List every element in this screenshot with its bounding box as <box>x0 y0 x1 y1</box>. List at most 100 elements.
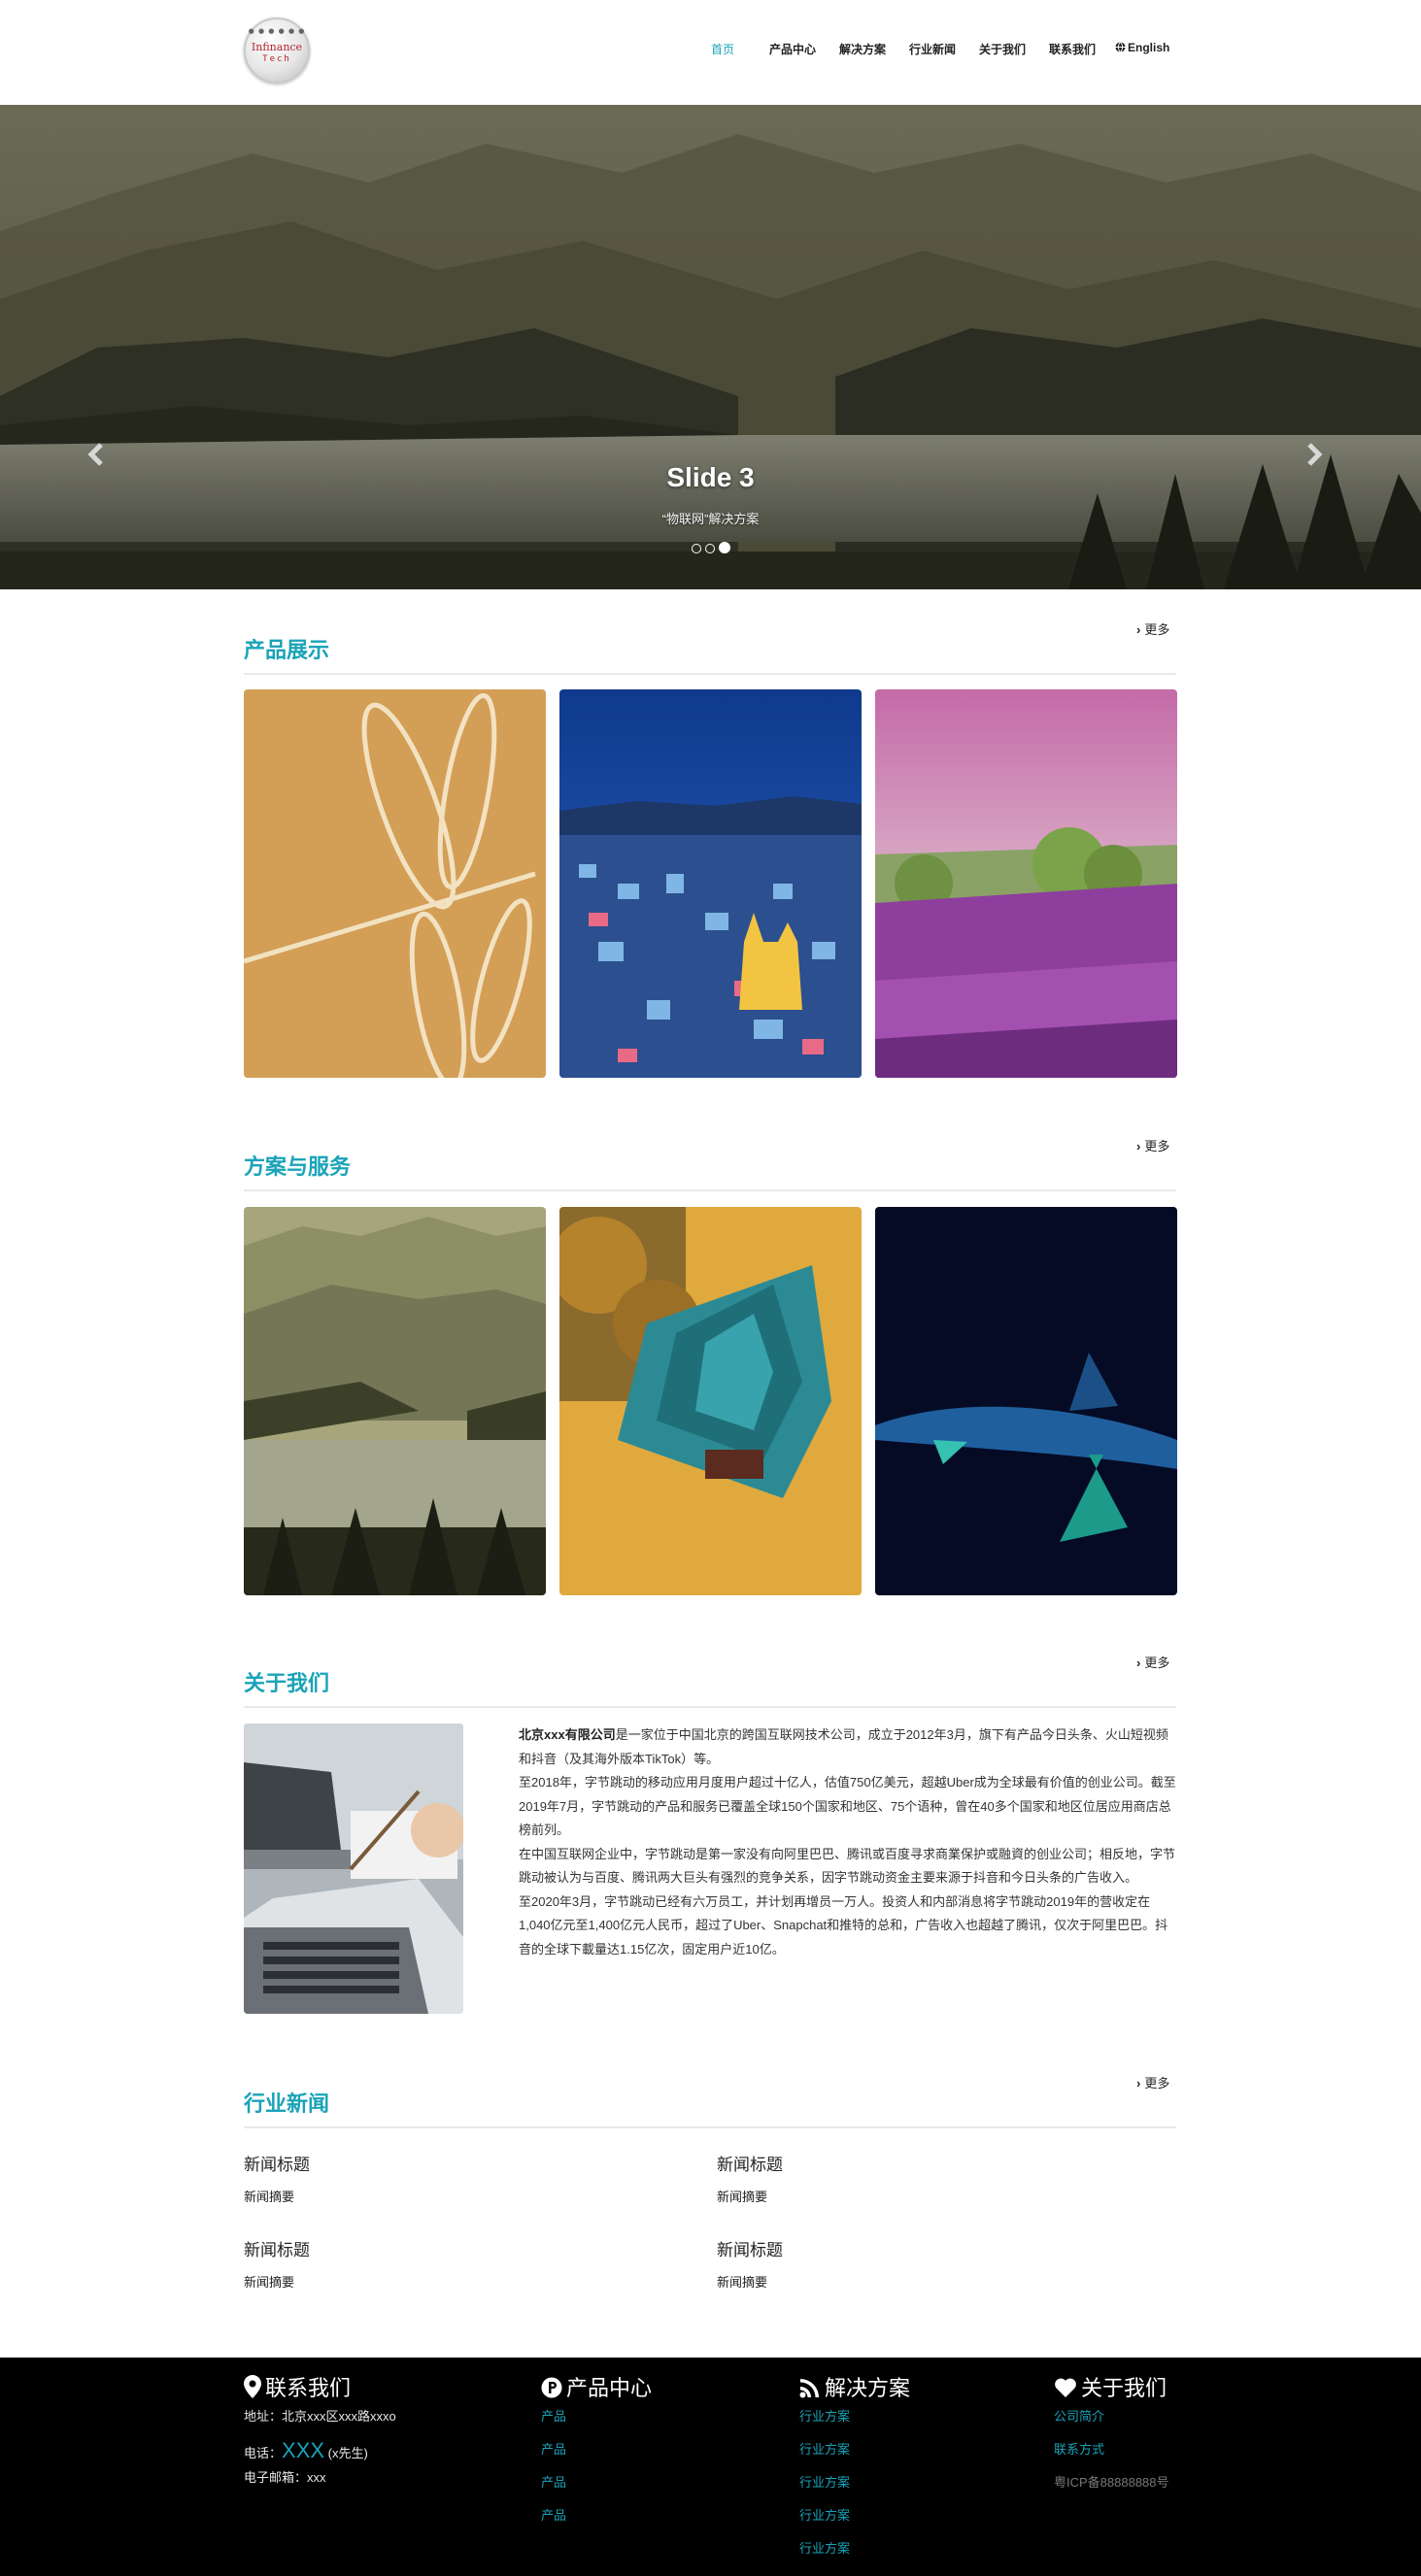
footer-email: 电子邮箱：xxx <box>244 2470 326 2485</box>
divider <box>244 1189 1176 1191</box>
solution-card-temple-roof[interactable] <box>559 1207 862 1595</box>
company-name: 北京xxx有限公司 <box>519 1727 616 1742</box>
divider <box>244 673 1176 675</box>
news-title[interactable]: 新闻标题 <box>244 2236 671 2260</box>
products-more-link[interactable]: › 更多 <box>1136 619 1169 638</box>
about-more-link[interactable]: › 更多 <box>1136 1653 1169 1671</box>
solution-card-misty-lake[interactable] <box>244 1207 546 1595</box>
about-description: 北京xxx有限公司是一家位于中国北京的跨国互联网技术公司，成立于2012年3月，… <box>519 1723 1176 1961</box>
footer-products-column: 产品中心 产品 产品 产品 产品 <box>541 2371 652 2538</box>
footer-contact-heading: 联系我们 <box>244 2371 396 2400</box>
footer-company-intro-link[interactable]: 公司简介 <box>1054 2406 1169 2439</box>
footer-solution-link[interactable]: 行业方案 <box>799 2472 910 2505</box>
solution-card-shark[interactable] <box>875 1207 1177 1595</box>
footer-product-link[interactable]: 产品 <box>541 2472 652 2505</box>
divider <box>244 1706 1176 1708</box>
chevron-right-icon: › <box>1136 2076 1141 2091</box>
carousel-dot[interactable] <box>704 544 715 553</box>
site-header: ● ● ● ● ● ● Infinance Tech 首页 产品中心 解决方案 … <box>0 0 1421 105</box>
more-label: 更多 <box>1144 2076 1170 2091</box>
more-label: 更多 <box>1144 1139 1170 1154</box>
map-marker-icon <box>244 2375 261 2398</box>
footer-solution-link[interactable]: 行业方案 <box>799 2538 910 2571</box>
footer-about-title: 关于我们 <box>1081 2376 1167 2400</box>
carousel-dot-active[interactable] <box>718 542 730 553</box>
nav-solutions[interactable]: 解决方案 <box>839 41 886 57</box>
chevron-right-icon: › <box>1136 1139 1141 1154</box>
footer-address: 地址：北京xxx区xxx路xxxo <box>244 2409 396 2424</box>
carousel-slide-caption: “物联网”解决方案 <box>661 512 760 526</box>
carousel-indicators <box>0 541 1421 558</box>
nav-news[interactable]: 行业新闻 <box>909 41 956 57</box>
footer-solution-link[interactable]: 行业方案 <box>799 2505 910 2538</box>
news-item[interactable]: 新闻标题 新闻摘要 <box>244 2236 671 2291</box>
site-footer <box>0 2358 1421 2576</box>
signal-feed-icon <box>799 2379 819 2398</box>
footer-phone-row: 电话：XXX (x先生) <box>244 2438 396 2463</box>
news-title[interactable]: 新闻标题 <box>717 2151 1144 2175</box>
footer-solution-link[interactable]: 行业方案 <box>799 2406 910 2439</box>
about-paragraph-4: 至2020年3月，字节跳动已经有六万员工，并计划再增员一万人。投资人和内部消息将… <box>519 1893 1168 1957</box>
news-summary: 新闻摘要 <box>717 2275 768 2290</box>
carousel-dot[interactable] <box>691 544 701 553</box>
company-logo[interactable]: ● ● ● ● ● ● Infinance Tech <box>244 17 310 84</box>
logo-text-line1: Infinance <box>251 41 303 53</box>
about-paragraph-1-text: 是一家位于中国北京的跨国互联网技术公司，成立于2012年3月，旗下有产品今日头条… <box>519 1727 1168 1766</box>
nav-products[interactable]: 产品中心 <box>769 41 816 57</box>
footer-about-heading: 关于我们 <box>1054 2371 1169 2400</box>
product-card-heather-field[interactable] <box>875 689 1177 1078</box>
solutions-more-link[interactable]: › 更多 <box>1136 1136 1169 1154</box>
footer-products-heading: 产品中心 <box>541 2371 652 2400</box>
news-title[interactable]: 新闻标题 <box>244 2151 671 2175</box>
footer-solutions-column: 解决方案 行业方案 行业方案 行业方案 行业方案 行业方案 <box>799 2371 910 2571</box>
footer-solution-link[interactable]: 行业方案 <box>799 2439 910 2472</box>
solutions-section-title: 方案与服务 <box>244 1154 352 1179</box>
footer-solutions-title: 解决方案 <box>825 2376 911 2400</box>
news-summary: 新闻摘要 <box>244 2275 295 2290</box>
chevron-right-icon: › <box>1136 1656 1141 1670</box>
phone-person: (x先生) <box>327 2446 368 2460</box>
footer-contact-link[interactable]: 联系方式 <box>1054 2439 1169 2472</box>
news-item[interactable]: 新闻标题 新闻摘要 <box>717 2236 1144 2291</box>
news-item[interactable]: 新闻标题 新闻摘要 <box>717 2151 1144 2205</box>
phone-number[interactable]: XXX <box>282 2438 324 2462</box>
phone-label: 电话： <box>244 2446 283 2460</box>
more-label: 更多 <box>1144 1656 1170 1670</box>
news-more-link[interactable]: › 更多 <box>1136 2073 1169 2091</box>
news-section-title: 行业新闻 <box>244 2091 330 2116</box>
footer-icp-number: 粤ICP备88888888号 <box>1054 2475 1169 2490</box>
carousel-slide-title: Slide 3 <box>666 462 755 492</box>
news-item[interactable]: 新闻标题 新闻摘要 <box>244 2151 671 2205</box>
nav-english-label: English <box>1128 41 1170 54</box>
news-summary: 新闻摘要 <box>717 2190 768 2204</box>
logo-dots: ● ● ● ● ● ● <box>248 27 306 35</box>
divider <box>244 2126 1176 2128</box>
news-title[interactable]: 新闻标题 <box>717 2236 1144 2260</box>
about-paragraph-2: 至2018年，字节跳动的移动应用月度用户超过十亿人，估值750亿美元，超越Ube… <box>519 1775 1176 1837</box>
footer-solutions-heading: 解决方案 <box>799 2371 910 2400</box>
footer-about-column: 关于我们 公司简介 联系方式 粤ICP备88888888号 <box>1054 2371 1169 2492</box>
about-laptop-image <box>244 1723 463 2014</box>
product-circle-p-icon <box>541 2377 562 2398</box>
nav-about[interactable]: 关于我们 <box>979 41 1026 57</box>
nav-contact[interactable]: 联系我们 <box>1049 41 1096 57</box>
nav-english[interactable]: English <box>1115 41 1169 54</box>
about-paragraph-3: 在中国互联网企业中，字节跳动是第一家没有向阿里巴巴、腾讯或百度寻求商業保护或融資… <box>519 1846 1176 1886</box>
footer-contact-title: 联系我们 <box>265 2376 352 2400</box>
product-card-city-night[interactable] <box>559 689 862 1078</box>
about-section-title: 关于我们 <box>244 1671 330 1695</box>
news-summary: 新闻摘要 <box>244 2190 295 2204</box>
footer-contact-column: 联系我们 地址：北京xxx区xxx路xxxo 电话：XXX (x先生) 电子邮箱… <box>244 2371 396 2486</box>
footer-product-link[interactable]: 产品 <box>541 2406 652 2439</box>
product-card-dragonfly-fossil[interactable] <box>244 689 546 1078</box>
products-section-title: 产品展示 <box>244 638 330 662</box>
footer-product-link[interactable]: 产品 <box>541 2505 652 2538</box>
nav-home[interactable]: 首页 <box>711 41 734 57</box>
about-paragraph-1: 北京xxx有限公司是一家位于中国北京的跨国互联网技术公司，成立于2012年3月，… <box>519 1723 1176 1771</box>
more-label: 更多 <box>1144 622 1170 637</box>
chevron-right-icon: › <box>1136 622 1141 637</box>
footer-products-title: 产品中心 <box>566 2376 653 2400</box>
globe-icon <box>1115 42 1126 52</box>
heart-icon <box>1055 2378 1076 2397</box>
footer-product-link[interactable]: 产品 <box>541 2439 652 2472</box>
